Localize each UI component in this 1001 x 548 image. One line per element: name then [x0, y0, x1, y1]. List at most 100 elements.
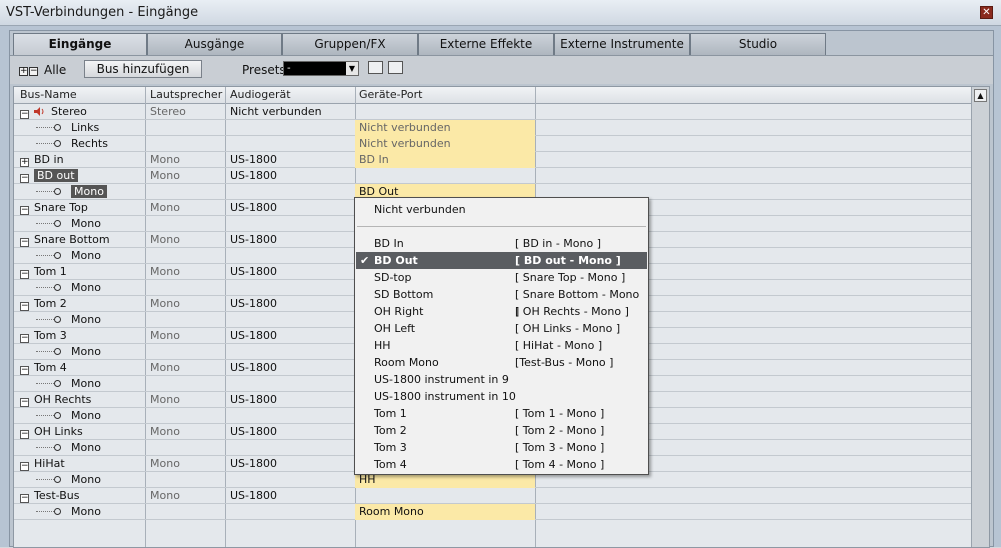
collapse-icon[interactable]: −: [20, 238, 29, 247]
collapse-icon[interactable]: −: [29, 67, 38, 76]
collapse-icon[interactable]: −: [20, 334, 29, 343]
audio-device-cell[interactable]: US-1800: [230, 425, 277, 438]
bus-name-cell[interactable]: Mono: [20, 313, 101, 326]
audio-device-cell[interactable]: US-1800: [230, 489, 277, 502]
device-port-cell[interactable]: Room Mono: [355, 504, 535, 520]
chevron-down-icon[interactable]: ▼: [346, 62, 358, 75]
collapse-icon[interactable]: −: [20, 206, 29, 215]
collapse-icon[interactable]: −: [20, 494, 29, 503]
bus-name-cell[interactable]: Mono: [20, 217, 101, 230]
table-row[interactable]: − Stereo Stereo Nicht verbunden: [14, 104, 971, 120]
menu-item[interactable]: US-1800 instrument in 10: [356, 388, 647, 405]
bus-name-cell[interactable]: Mono: [20, 409, 101, 422]
audio-device-cell[interactable]: US-1800: [230, 169, 277, 182]
device-port-cell[interactable]: BD In: [355, 152, 535, 168]
menu-item[interactable]: ✔ BD Out [ BD out - Mono ]: [356, 252, 647, 269]
menu-item[interactable]: Room Mono [Test-Bus - Mono ]: [356, 354, 647, 371]
collapse-icon[interactable]: −: [20, 174, 29, 183]
table-row[interactable]: + BD in Mono US-1800 BD In: [14, 152, 971, 168]
menu-item[interactable]: Nicht verbunden: [356, 201, 647, 218]
close-button[interactable]: ✕: [980, 6, 993, 19]
scroll-up-icon[interactable]: ▲: [974, 89, 987, 102]
menu-item[interactable]: OH Left [ OH Links - Mono ]: [356, 320, 647, 337]
audio-device-cell[interactable]: US-1800: [230, 153, 277, 166]
vertical-scrollbar[interactable]: ▲: [971, 87, 989, 547]
menu-item[interactable]: SD-top [ Snare Top - Mono ]: [356, 269, 647, 286]
bus-name-cell[interactable]: − Stereo: [20, 105, 87, 119]
audio-device-cell[interactable]: US-1800: [230, 329, 277, 342]
bus-name-cell[interactable]: − Snare Top: [20, 201, 88, 215]
tab-externe-instrumente[interactable]: Externe Instrumente: [554, 33, 690, 55]
audio-device-cell[interactable]: US-1800: [230, 393, 277, 406]
collapse-icon[interactable]: −: [20, 366, 29, 375]
bus-name-cell[interactable]: − BD out: [20, 169, 78, 183]
expand-icon[interactable]: +: [19, 67, 28, 76]
bus-name-cell[interactable]: − Tom 1: [20, 265, 67, 279]
audio-device-cell[interactable]: US-1800: [230, 233, 277, 246]
bus-name-cell[interactable]: − Tom 2: [20, 297, 67, 311]
device-port-cell[interactable]: [355, 104, 535, 120]
table-row[interactable]: Mono Room Mono: [14, 504, 971, 520]
add-bus-button[interactable]: Bus hinzufügen: [84, 60, 202, 78]
audio-device-cell[interactable]: Nicht verbunden: [230, 105, 322, 118]
audio-device-cell[interactable]: US-1800: [230, 457, 277, 470]
tab-gruppen-fx[interactable]: Gruppen/FX: [282, 33, 418, 55]
audio-device-cell[interactable]: US-1800: [230, 361, 277, 374]
table-row[interactable]: − BD out Mono US-1800: [14, 168, 971, 184]
bus-name-cell[interactable]: Mono: [20, 441, 101, 454]
expand-icon[interactable]: +: [20, 158, 29, 167]
bus-name-cell[interactable]: − OH Rechts: [20, 393, 91, 407]
bus-name-cell[interactable]: Mono: [20, 281, 101, 294]
device-port-cell[interactable]: Nicht verbunden: [355, 136, 535, 152]
bus-name-cell[interactable]: − Snare Bottom: [20, 233, 110, 247]
bus-name-cell[interactable]: − Tom 4: [20, 361, 67, 375]
menu-item[interactable]: BD In [ BD in - Mono ]: [356, 235, 647, 252]
bus-name-cell[interactable]: − Test-Bus: [20, 489, 80, 503]
audio-device-cell[interactable]: US-1800: [230, 297, 277, 310]
menu-item[interactable]: OH Right [ OH Rechts - Mono ]: [356, 303, 647, 320]
bus-name-cell[interactable]: − OH Links: [20, 425, 83, 439]
tab-studio[interactable]: Studio: [690, 33, 826, 55]
device-port-cell[interactable]: Nicht verbunden: [355, 120, 535, 136]
menu-item[interactable]: Tom 1 [ Tom 1 - Mono ]: [356, 405, 647, 422]
collapse-icon[interactable]: −: [20, 462, 29, 471]
bus-name-cell[interactable]: Rechts: [20, 137, 108, 150]
menu-item[interactable]: US-1800 instrument in 9: [356, 371, 647, 388]
table-row[interactable]: − Test-Bus Mono US-1800: [14, 488, 971, 504]
bus-name-cell[interactable]: Mono: [20, 345, 101, 358]
bus-name-cell[interactable]: Links: [20, 121, 99, 134]
tab-ausgaenge[interactable]: Ausgänge: [147, 33, 282, 55]
bus-name-cell[interactable]: − HiHat: [20, 457, 65, 471]
device-port-cell[interactable]: [355, 168, 535, 184]
table-row[interactable]: Rechts Nicht verbunden: [14, 136, 971, 152]
bus-name-cell[interactable]: + BD in: [20, 153, 64, 167]
expand-all-toggle[interactable]: + −: [19, 64, 38, 78]
tab-eingaenge[interactable]: Eingänge: [13, 33, 147, 57]
menu-item[interactable]: SD Bottom[ Snare Bottom - Mono ]: [356, 286, 647, 318]
store-preset-icon[interactable]: [368, 61, 383, 74]
column-bus-name[interactable]: Bus-Name: [20, 88, 77, 101]
menu-item[interactable]: HH [ HiHat - Mono ]: [356, 337, 647, 354]
bus-name-cell[interactable]: Mono: [20, 473, 101, 486]
audio-device-cell[interactable]: US-1800: [230, 201, 277, 214]
collapse-icon[interactable]: −: [20, 302, 29, 311]
tab-externe-effekte[interactable]: Externe Effekte: [418, 33, 554, 55]
bus-name-cell[interactable]: − Tom 3: [20, 329, 67, 343]
table-row[interactable]: Links Nicht verbunden: [14, 120, 971, 136]
menu-item[interactable]: Tom 3 [ Tom 3 - Mono ]: [356, 439, 647, 456]
audio-device-cell[interactable]: US-1800: [230, 265, 277, 278]
bus-name-cell[interactable]: Mono: [20, 185, 107, 198]
bus-name-cell[interactable]: Mono: [20, 505, 101, 518]
device-port-cell[interactable]: [355, 488, 535, 504]
presets-select[interactable]: - ▼: [283, 61, 359, 76]
collapse-icon[interactable]: −: [20, 398, 29, 407]
column-audiogeraet[interactable]: Audiogerät: [230, 88, 291, 101]
collapse-icon[interactable]: −: [20, 430, 29, 439]
bus-name-cell[interactable]: Mono: [20, 377, 101, 390]
bus-name-cell[interactable]: Mono: [20, 249, 101, 262]
column-geraete-port[interactable]: Geräte-Port: [359, 88, 422, 101]
menu-item[interactable]: Tom 2 [ Tom 2 - Mono ]: [356, 422, 647, 439]
collapse-icon[interactable]: −: [20, 270, 29, 279]
column-lautsprecher[interactable]: Lautsprecher: [150, 88, 222, 101]
collapse-icon[interactable]: −: [20, 110, 29, 119]
